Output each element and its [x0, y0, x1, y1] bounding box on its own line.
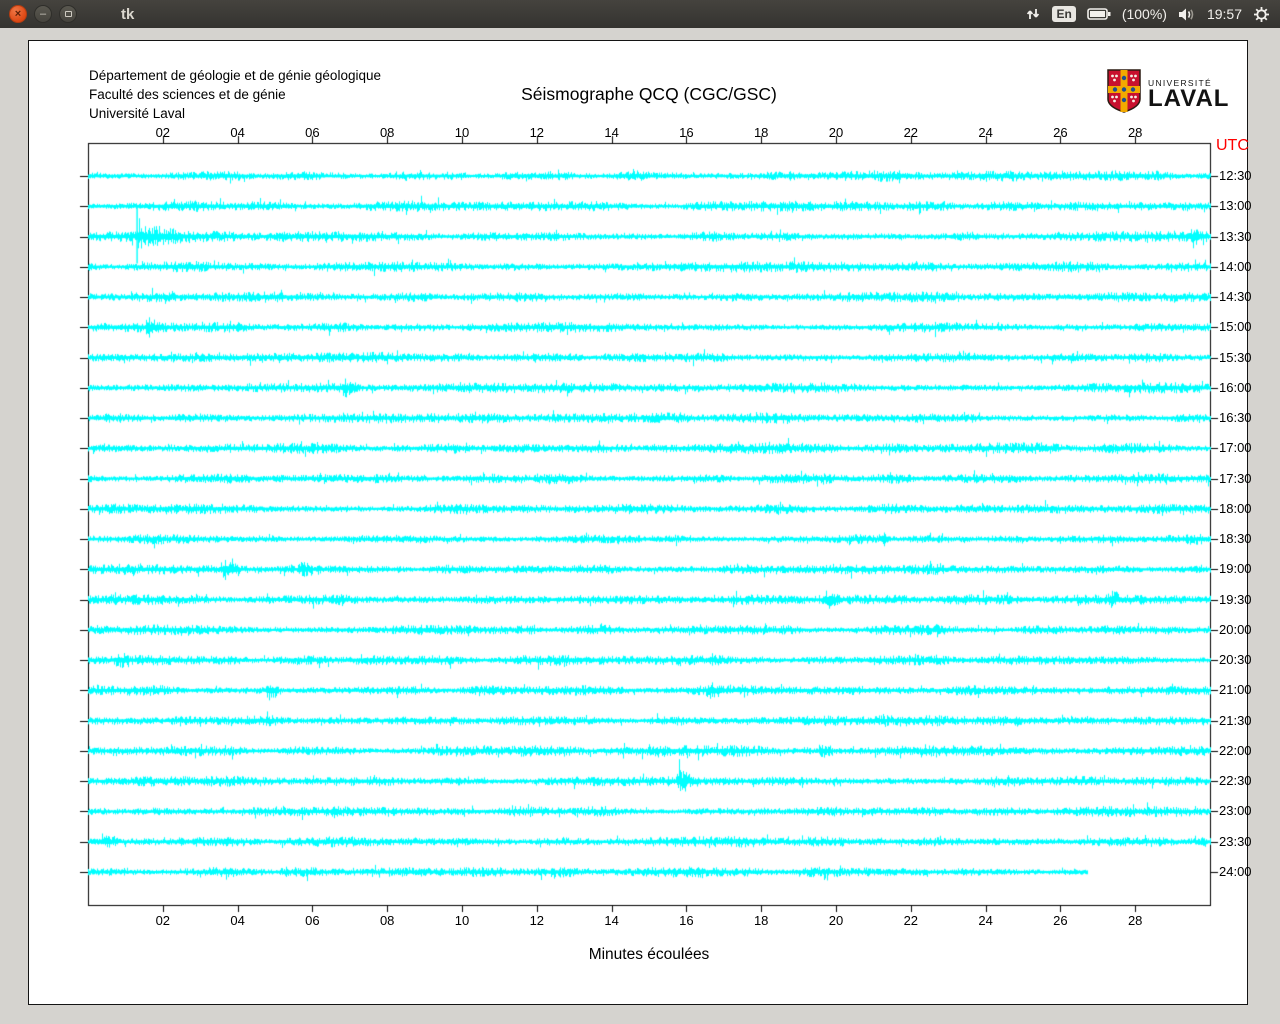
- utc-time-label: 17:30: [1219, 470, 1252, 486]
- clock[interactable]: 19:57: [1207, 6, 1242, 22]
- x-tick-label: 22: [903, 913, 919, 928]
- utc-axis-label: UTC: [1216, 137, 1249, 154]
- x-axis-title: Minutes écoulées: [588, 946, 710, 963]
- x-tick-label: 06: [305, 125, 320, 140]
- utc-time-label: 21:30: [1219, 712, 1252, 728]
- x-tick-label: 14: [604, 913, 619, 928]
- x-tick-label: 28: [1127, 913, 1143, 928]
- x-tick-label: 10: [454, 125, 470, 140]
- institution-line-university: Université Laval: [89, 106, 186, 121]
- utc-time-label: 19:00: [1219, 561, 1252, 577]
- utc-time-label: 18:30: [1219, 531, 1252, 547]
- laval-shield-icon: [1107, 69, 1141, 118]
- window-title[interactable]: tk: [121, 6, 134, 23]
- keyboard-layout-indicator[interactable]: En: [1052, 6, 1076, 22]
- x-tick-label: 12: [529, 125, 545, 140]
- laval-logo-large-text: LAVAL: [1148, 84, 1230, 112]
- x-tick-label: 12: [529, 913, 545, 928]
- utc-time-label: 22:00: [1219, 742, 1252, 758]
- utc-time-label: 15:00: [1219, 319, 1252, 335]
- system-top-bar: × – tk En (100%) 19:57: [0, 0, 1280, 28]
- x-tick-label: 16: [679, 125, 694, 140]
- x-tick-label: 10: [454, 913, 470, 928]
- x-tick-label: 20: [828, 913, 844, 928]
- utc-time-label: 23:00: [1219, 803, 1252, 819]
- x-tick-label: 28: [1127, 125, 1143, 140]
- chart-title: Séismographe QCQ (CGC/GSC): [521, 84, 777, 104]
- session-gear-icon[interactable]: [1253, 6, 1270, 23]
- x-tick-label: 06: [305, 913, 320, 928]
- utc-time-label: 24:00: [1219, 864, 1252, 879]
- utc-time-label: 23:30: [1219, 833, 1252, 849]
- x-tick-label: 24: [978, 913, 993, 928]
- system-tray: En (100%) 19:57: [1025, 6, 1280, 23]
- x-tick-label: 24: [978, 125, 993, 140]
- utc-time-label: 19:30: [1219, 591, 1252, 607]
- window-controls: × –: [9, 5, 77, 23]
- x-tick-label: 16: [679, 913, 694, 928]
- x-tick-label: 22: [903, 125, 919, 140]
- seismograph-window: Département de géologie et de génie géol…: [28, 40, 1252, 1005]
- laval-logo-text: UNIVERSITÉ LAVAL: [1148, 78, 1230, 112]
- utc-time-label: 21:00: [1219, 682, 1252, 698]
- utc-time-label: 14:30: [1219, 289, 1252, 305]
- institution-line-department: Département de géologie et de génie géol…: [89, 68, 381, 83]
- utc-time-label: 22:30: [1219, 773, 1252, 789]
- x-tick-label: 02: [155, 125, 171, 140]
- utc-time-label: 20:30: [1219, 652, 1252, 668]
- utc-time-label: 15:30: [1219, 349, 1252, 365]
- maximize-icon: [64, 11, 72, 17]
- x-tick-label: 02: [155, 913, 171, 928]
- network-updown-icon[interactable]: [1025, 6, 1041, 22]
- utc-time-label: 12:30: [1219, 168, 1252, 183]
- x-tick-label: 08: [379, 913, 395, 928]
- utc-time-label: 17:00: [1219, 440, 1252, 456]
- x-tick-label: 18: [753, 125, 769, 140]
- x-tick-label: 26: [1053, 913, 1068, 928]
- battery-icon[interactable]: [1087, 7, 1111, 21]
- x-tick-label: 04: [230, 125, 245, 140]
- volume-icon[interactable]: [1178, 7, 1196, 22]
- x-tick-label: 04: [230, 913, 245, 928]
- minimize-button[interactable]: –: [34, 5, 52, 23]
- x-tick-label: 20: [828, 125, 844, 140]
- seismograph-canvas: [29, 41, 1247, 1004]
- utc-time-label: 14:00: [1219, 258, 1252, 274]
- utc-time-label: 16:30: [1219, 410, 1252, 426]
- university-laval-logo: UNIVERSITÉ LAVAL: [1107, 69, 1229, 118]
- utc-time-label: 20:00: [1219, 621, 1252, 637]
- utc-time-label: 13:30: [1219, 228, 1252, 244]
- x-tick-label: 26: [1053, 125, 1068, 140]
- x-tick-label: 18: [753, 913, 769, 928]
- utc-time-label: 16:00: [1219, 379, 1252, 395]
- x-tick-label: 08: [379, 125, 395, 140]
- maximize-button[interactable]: [59, 5, 77, 23]
- close-button[interactable]: ×: [9, 5, 27, 23]
- battery-percentage: (100%): [1121, 6, 1167, 22]
- x-tick-label: 14: [604, 125, 619, 140]
- utc-time-label: 18:00: [1219, 500, 1252, 516]
- utc-time-label: 13:00: [1219, 198, 1252, 214]
